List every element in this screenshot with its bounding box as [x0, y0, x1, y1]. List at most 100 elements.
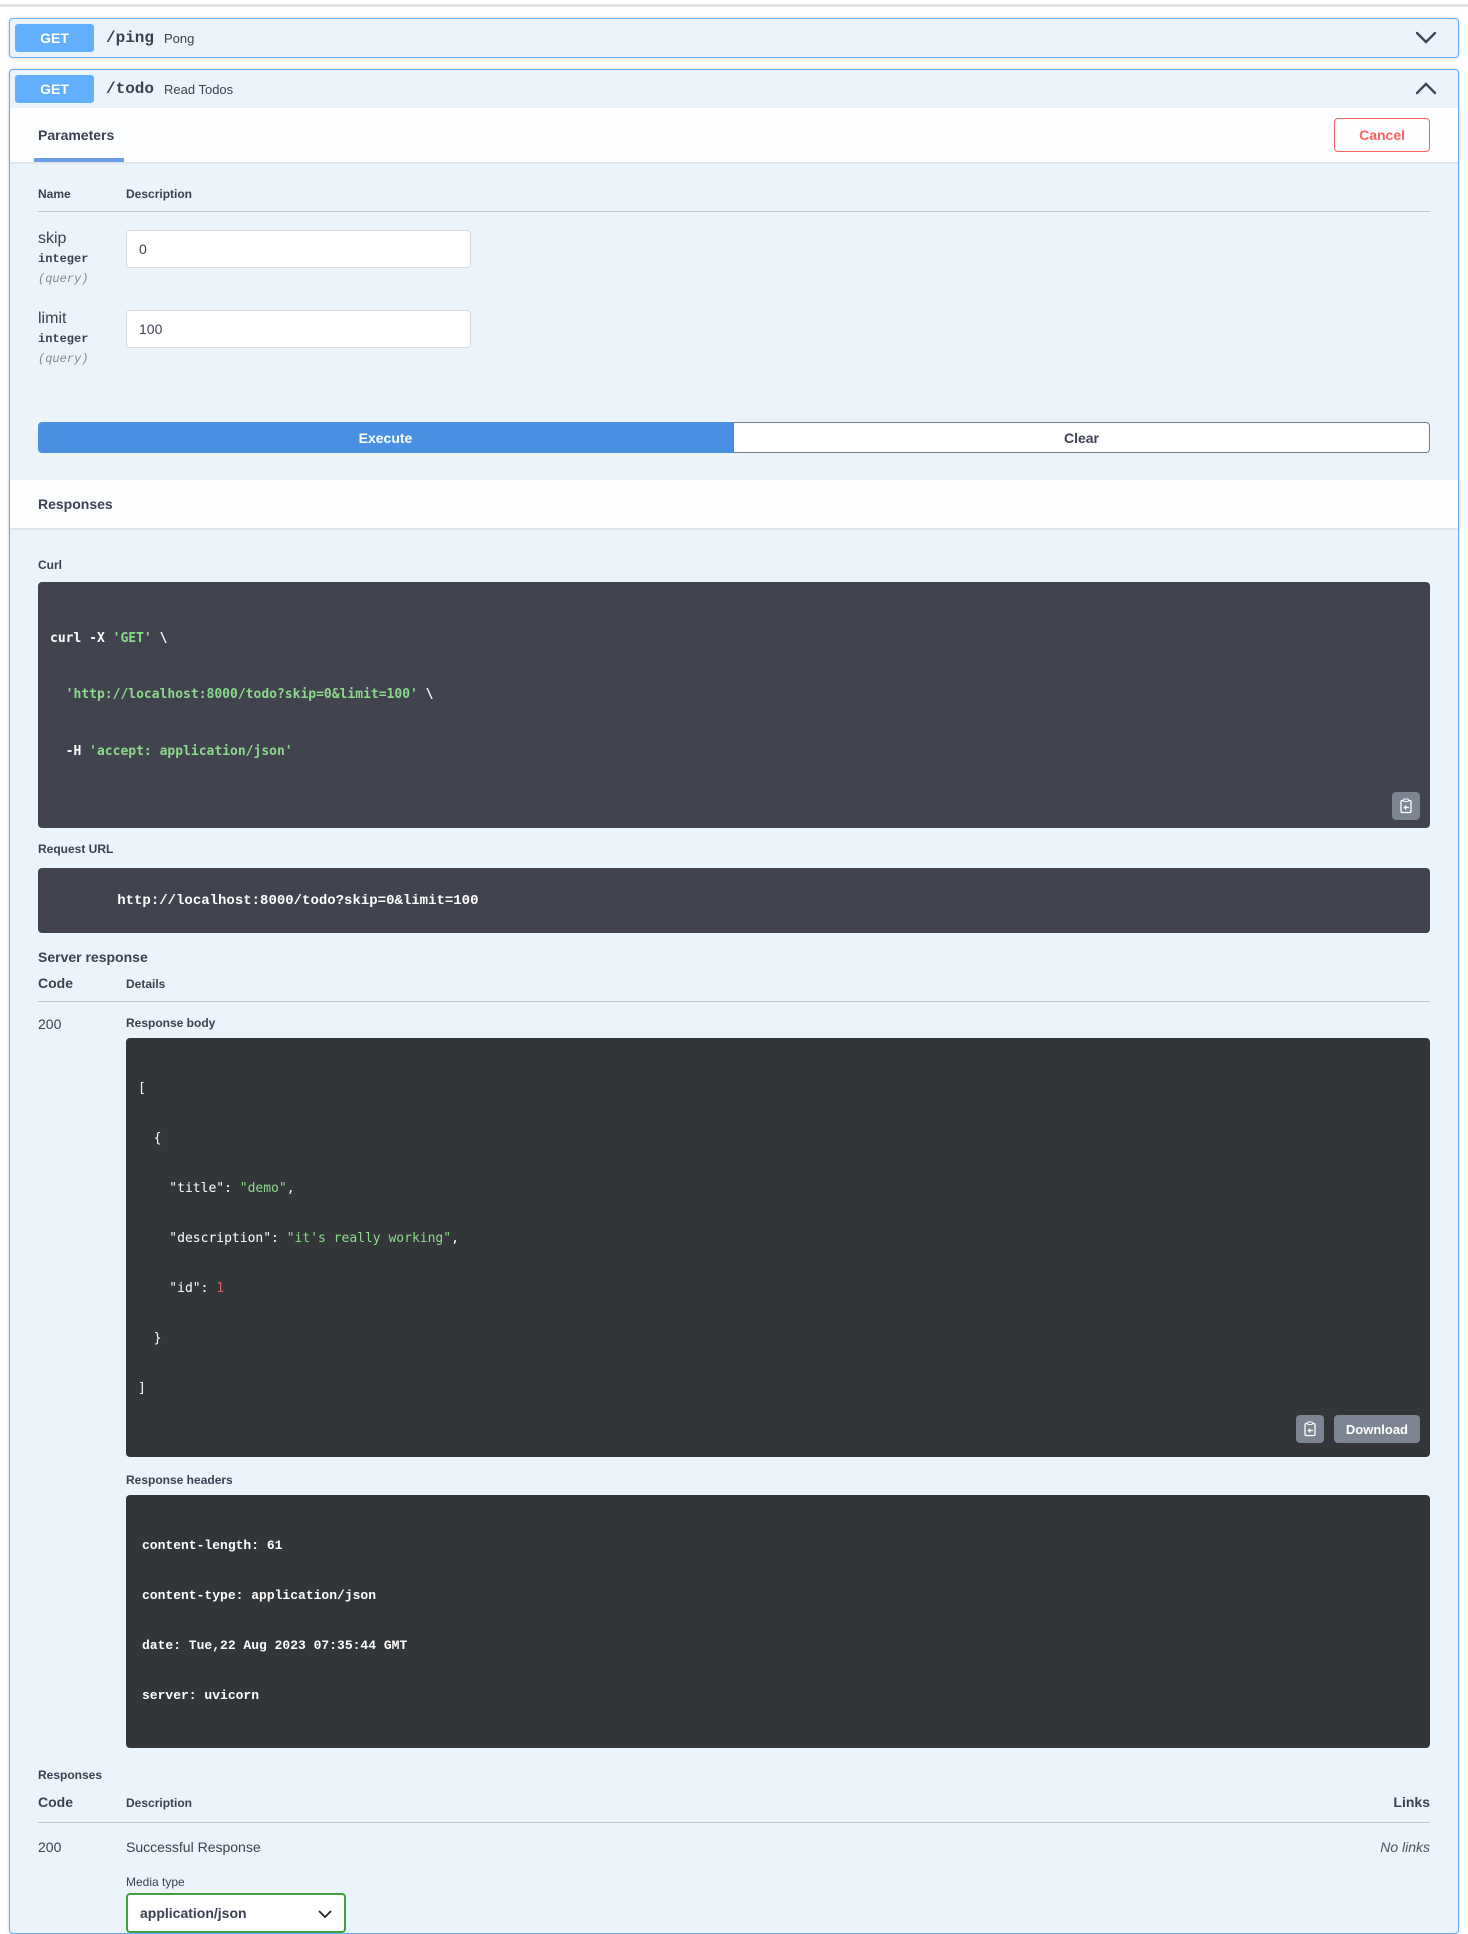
method-badge-get: GET [15, 24, 94, 52]
json-punct: } [138, 1330, 162, 1346]
header-line: content-type: application/json [142, 1588, 377, 1604]
name-column-header: Name [38, 187, 71, 201]
json-line: ] [138, 1381, 1418, 1398]
endpoint-path: /ping [106, 29, 155, 47]
endpoint-summary-text: Read Todos [164, 81, 234, 97]
parameters-table-header: Name Description [38, 187, 1430, 212]
curl-text: curl -X [50, 630, 113, 646]
param-type: integer [38, 252, 89, 266]
response-body-actions: Download [1295, 1415, 1420, 1444]
chevron-up-icon[interactable] [1415, 78, 1453, 100]
header-line: server: uvicorn [142, 1688, 260, 1703]
doc-response-description-cell: Successful Response Media type applicati… [126, 1839, 1380, 1933]
json-line: "id": 1 [138, 1281, 1418, 1298]
curl-string: 'accept: application/json' [89, 743, 293, 759]
doc-response-code: 200 [38, 1838, 62, 1855]
response-body-label: Response body [126, 1016, 216, 1031]
copy-to-clipboard-button[interactable] [1392, 792, 1420, 821]
opblock-summary-ping[interactable]: GET /ping Pong [10, 19, 1458, 57]
server-response-row: 200 Response body [ { "title": "demo", "… [38, 1002, 1430, 1748]
cancel-button[interactable]: Cancel [1334, 118, 1430, 152]
request-url-block: http://localhost:8000/todo?skip=0&limit=… [38, 868, 1430, 934]
param-name: skip [38, 230, 67, 247]
param-description-cell [126, 230, 471, 292]
media-type-select[interactable]: application/json [126, 1892, 346, 1933]
param-location: (query) [38, 352, 89, 366]
parameters-section-header: Parameters Cancel [10, 108, 1458, 162]
details-column-header: Details [126, 977, 166, 992]
json-string: "demo" [239, 1181, 287, 1197]
tag-section-divider [0, 4, 1468, 7]
code-column-header: Code [38, 975, 73, 992]
json-key: "id": [138, 1280, 217, 1296]
description-column-header: Description [126, 187, 193, 201]
media-type-select-wrap: application/json [126, 1892, 346, 1933]
param-row-limit: limit integer (query) [38, 310, 1430, 372]
param-type: integer [38, 332, 89, 346]
curl-line: -H 'accept: application/json' [50, 743, 1418, 762]
method-badge-get: GET [15, 75, 94, 103]
response-headers-label: Response headers [126, 1473, 233, 1488]
doc-response-row: 200 Successful Response Media type appli… [38, 1823, 1430, 1933]
response-body-block: [ { "title": "demo", "description": "it'… [126, 1038, 1430, 1458]
json-key: "title": [138, 1181, 240, 1197]
chevron-down-icon[interactable] [1415, 27, 1453, 49]
media-type-label: Media type [126, 1874, 185, 1889]
opblock-get-ping: GET /ping Pong [9, 18, 1459, 58]
curl-line: 'http://localhost:8000/todo?skip=0&limit… [50, 686, 1418, 705]
curl-text: -H [50, 743, 90, 759]
description-column-header: Description [126, 1795, 193, 1810]
responses-container: Curl curl -X 'GET' \ 'http://localhost:8… [10, 528, 1458, 1933]
links-column-header: Links [1393, 1793, 1430, 1810]
request-url-value: http://localhost:8000/todo?skip=0&limit=… [117, 893, 479, 910]
clipboard-icon [1304, 1421, 1316, 1437]
json-string: "it's really working" [286, 1231, 452, 1246]
clear-button[interactable]: Clear [733, 422, 1430, 453]
doc-response-description: Successful Response [126, 1838, 261, 1855]
doc-response-links: No links [1380, 1838, 1430, 1855]
json-line: "description": "it's really working", [138, 1231, 1418, 1248]
json-key: "description": [138, 1231, 287, 1246]
server-response-title: Server response [38, 949, 148, 966]
download-button[interactable]: Download [1333, 1415, 1420, 1444]
responses-section-header: Responses [10, 480, 1458, 528]
response-headers-block: content-length: 61 content-type: applica… [126, 1495, 1430, 1748]
json-line: } [138, 1331, 1418, 1348]
curl-command-block: curl -X 'GET' \ 'http://localhost:8000/t… [38, 582, 1430, 829]
json-line: "title": "demo", [138, 1181, 1418, 1198]
json-punct: , [286, 1181, 295, 1197]
curl-text: \ [151, 630, 168, 646]
endpoint-summary-text: Pong [164, 30, 195, 46]
responses-title: Responses [38, 496, 113, 512]
json-punct: , [451, 1231, 459, 1246]
opblock-summary-todo[interactable]: GET /todo Read Todos [10, 70, 1458, 108]
curl-label: Curl [38, 558, 62, 572]
json-punct: { [138, 1131, 162, 1147]
skip-input[interactable] [126, 230, 471, 268]
response-details-cell: Response body [ { "title": "demo", "desc… [126, 1016, 1430, 1748]
header-line: date: Tue,22 Aug 2023 07:35:44 GMT [142, 1638, 408, 1654]
json-punct: [ [138, 1081, 146, 1097]
json-number: 1 [216, 1280, 225, 1296]
endpoint-path: /todo [106, 80, 155, 98]
param-location: (query) [38, 272, 89, 286]
parameters-container: Name Description skip integer (query) li… [10, 162, 1458, 480]
json-line: [ [138, 1081, 1418, 1098]
documented-responses-title: Responses [38, 1767, 103, 1782]
request-url-label: Request URL [38, 842, 114, 857]
curl-string: 'http://localhost:8000/todo?skip=0&limit… [50, 687, 418, 703]
opblock-get-todo: GET /todo Read Todos Parameters Cancel N… [9, 69, 1459, 1934]
param-description-cell [126, 310, 471, 372]
curl-text: \ [417, 687, 434, 703]
param-row-skip: skip integer (query) [38, 230, 1430, 292]
limit-input[interactable] [126, 310, 471, 348]
copy-to-clipboard-button[interactable] [1295, 1415, 1324, 1444]
server-response-table-header: Code Details [38, 975, 1430, 1003]
execute-button[interactable]: Execute [38, 422, 733, 453]
doc-responses-table-header: Code Description Links [38, 1794, 1430, 1823]
param-name-cell: skip integer (query) [38, 230, 126, 292]
curl-line: curl -X 'GET' \ [50, 630, 1418, 649]
code-column-header: Code [38, 1793, 73, 1810]
api-operations-list: GET /ping Pong GET /todo Read Todos Para… [0, 18, 1468, 1934]
tab-parameters[interactable]: Parameters [38, 127, 114, 143]
